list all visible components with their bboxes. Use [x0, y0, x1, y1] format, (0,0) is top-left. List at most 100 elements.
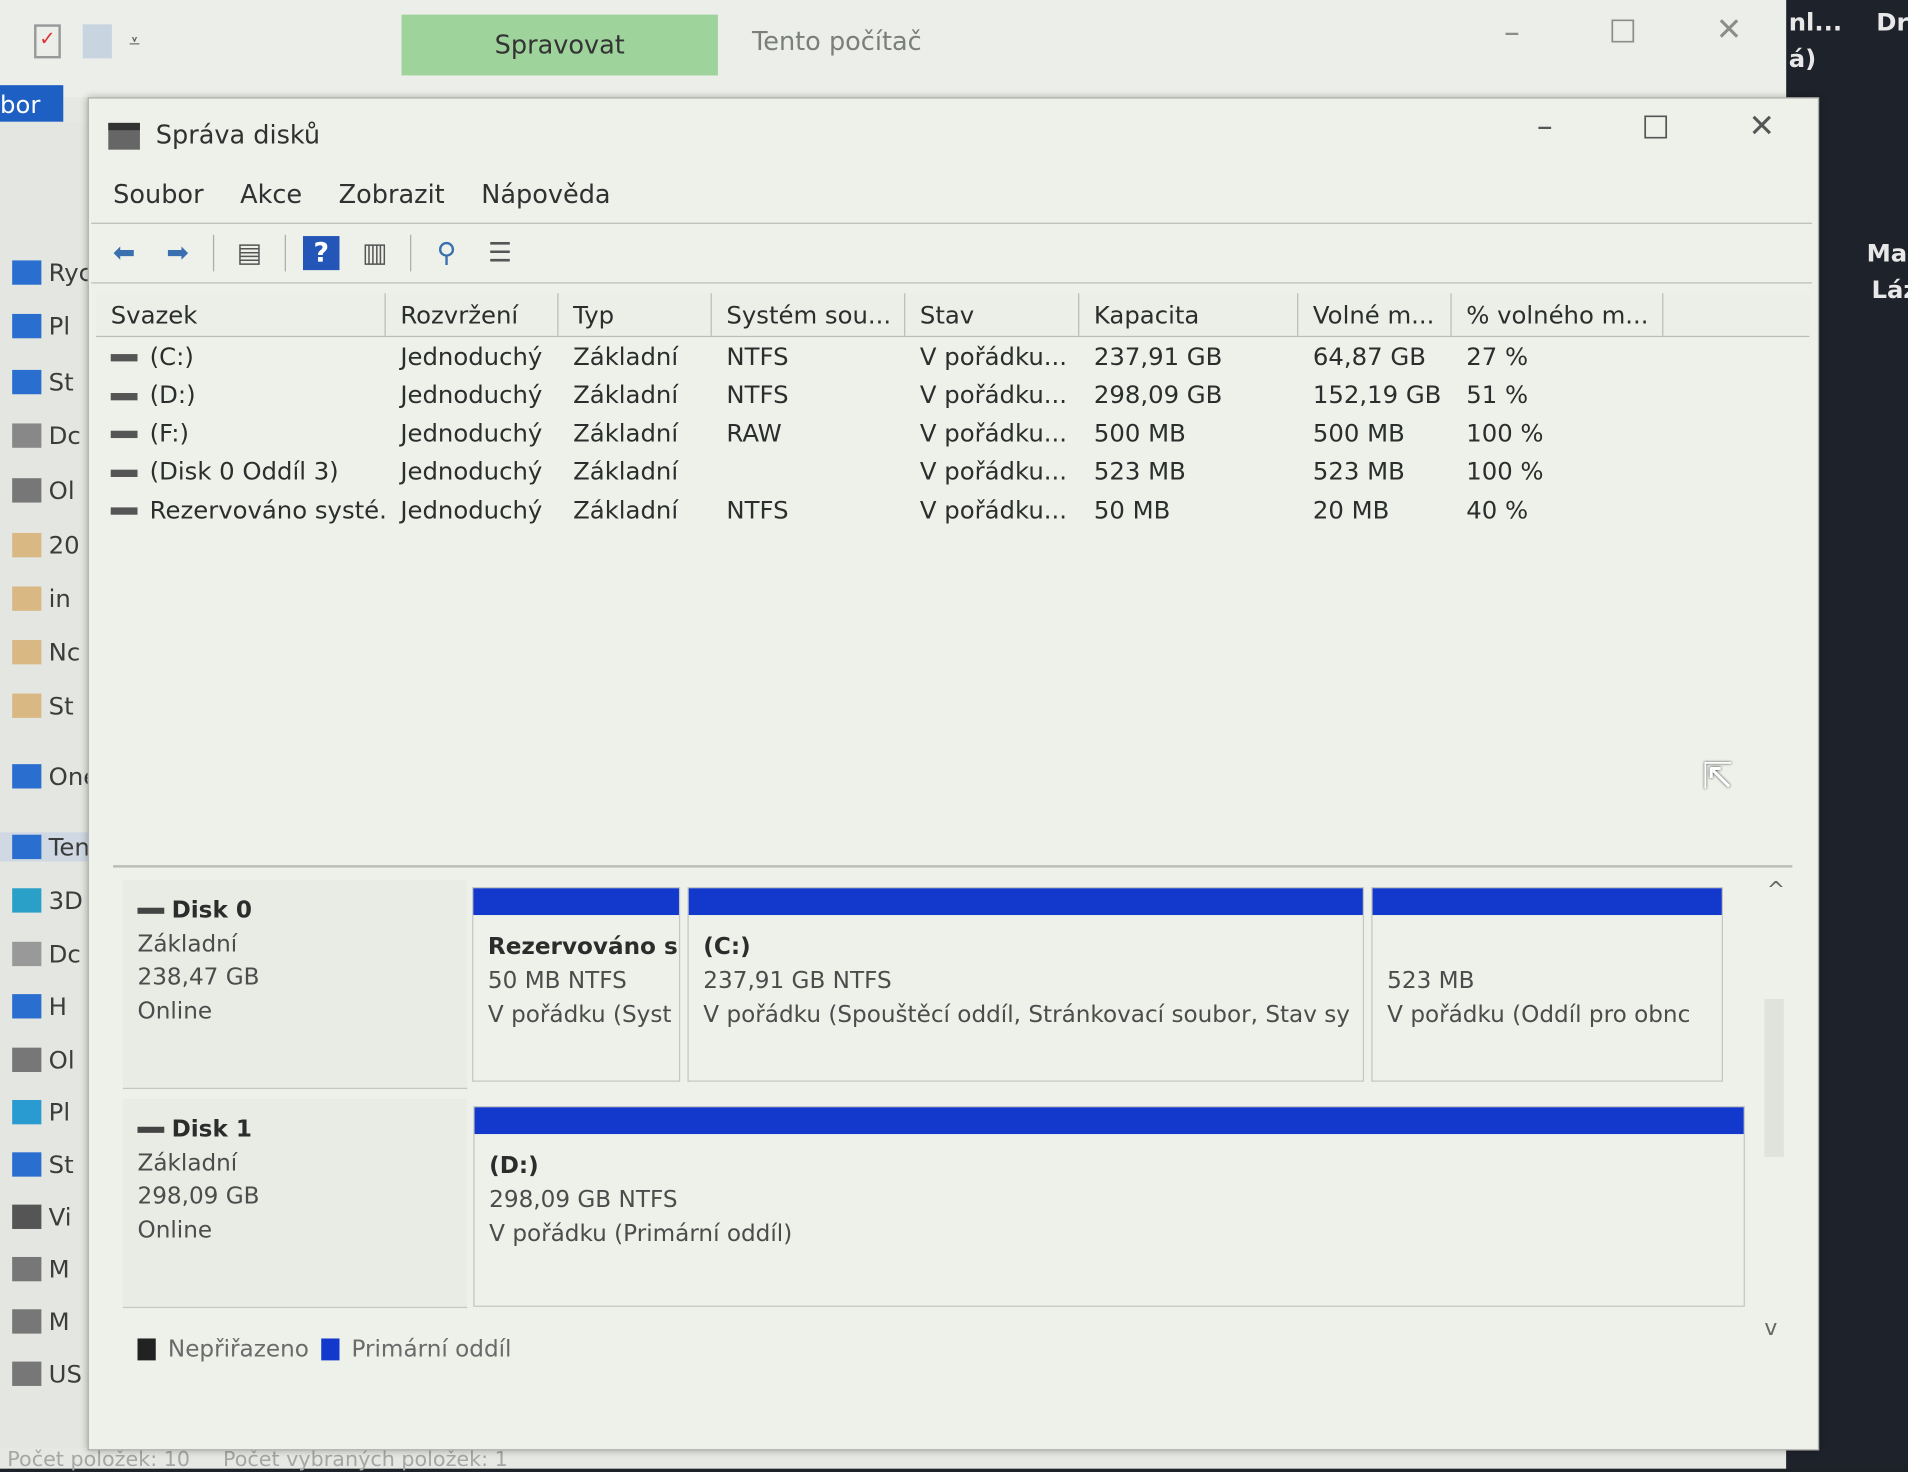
table-row[interactable]: (D:) Jednoduchý Základní NTFS V pořádku... 29… [96, 375, 1809, 413]
nav-item-icon [12, 1256, 42, 1282]
back-arrow-icon[interactable]: ⬅ [106, 236, 143, 270]
table-row[interactable]: (Disk 0 Oddíl 3) Jednoduchý Základní V pořá… [96, 452, 1809, 490]
nav-item-label: Nc [48, 637, 81, 667]
nav-item[interactable]: Nc [12, 638, 80, 667]
column-header[interactable]: Rozvržení [386, 293, 559, 336]
table-row[interactable]: Rezervováno systé... Jednoduchý Základní NT… [96, 490, 1809, 528]
menu-help[interactable]: Nápověda [481, 180, 610, 209]
disk-icon [137, 1126, 165, 1133]
properties-icon[interactable]: ☰ [482, 236, 519, 270]
quick-access-dropdown-icon[interactable]: ⩡ [129, 29, 140, 53]
nav-item[interactable]: Vi [12, 1202, 72, 1231]
partition[interactable]: (C:) 237,91 GB NTFS V pořádku (Spouštěcí o… [687, 887, 1365, 1082]
cell-value: Jednoduchý [400, 494, 543, 525]
nav-item-label: Pl [48, 311, 71, 341]
cell-value: V pořádku... [919, 456, 1067, 486]
explorer-minimize-button[interactable]: – [1504, 15, 1520, 52]
table-cell: 100 % [1452, 418, 1664, 447]
scroll-down-icon[interactable]: v [1764, 1315, 1777, 1341]
menu-action[interactable]: Akce [240, 180, 302, 209]
column-header[interactable]: Stav [905, 293, 1080, 336]
nav-item[interactable]: Ol [12, 1045, 75, 1074]
column-header[interactable]: Svazek [96, 293, 386, 336]
help-icon[interactable]: ? [302, 236, 340, 271]
graphical-view-scrollbar[interactable]: ^ v [1759, 877, 1789, 1341]
nav-item[interactable]: Dc [12, 939, 81, 969]
nav-item-icon [12, 423, 42, 448]
menu-file[interactable]: Soubor [113, 180, 203, 209]
table-cell: (C:) [96, 342, 386, 371]
partition[interactable]: Rezervováno s 50 MB NTFS V pořádku (Syst [472, 887, 681, 1082]
table-cell: Jednoduchý [386, 342, 559, 371]
partition[interactable]: (D:) 298,09 GB NTFS V pořádku (Primární od… [473, 1106, 1745, 1307]
disk-size: 298,09 GB [137, 1182, 260, 1210]
cell-value: Základní [573, 456, 679, 486]
minimize-button[interactable]: – [1537, 108, 1553, 145]
connect-icon[interactable]: ⚲ [428, 236, 465, 270]
nav-item-icon [12, 834, 42, 860]
menu-bar: Soubor Akce Zobrazit Nápověda [113, 180, 610, 209]
nav-item[interactable]: One [12, 762, 98, 791]
partition[interactable]: 523 MB V pořádku (Oddíl pro obnc [1371, 887, 1723, 1082]
nav-item[interactable]: 20 [12, 531, 80, 560]
nav-item[interactable]: Pl [12, 312, 70, 341]
table-row[interactable]: (C:) Jednoduchý Základní NTFS V pořádku... 23… [96, 337, 1809, 375]
close-button[interactable]: ✕ [1749, 108, 1776, 145]
cell-value: 500 MB [1312, 418, 1405, 448]
nav-item[interactable]: H [12, 992, 67, 1021]
explorer-title-bar: ✓ ⩡ Spravovat Tento počítač – ☐ ✕ [0, 0, 1787, 98]
nav-item-icon [12, 994, 42, 1019]
nav-item[interactable]: Pl [12, 1098, 70, 1127]
nav-item[interactable]: Ol [12, 476, 75, 505]
nav-item[interactable]: 3D [12, 886, 83, 915]
partition-name: (C:) [703, 933, 751, 961]
cell-value: V pořádku... [919, 418, 1067, 448]
column-header[interactable]: % volného m... [1452, 293, 1664, 336]
nav-item[interactable]: St [12, 1150, 74, 1179]
nav-item[interactable]: Dc [12, 421, 81, 450]
nav-item[interactable]: in [12, 584, 71, 613]
drive-icon [110, 469, 138, 477]
column-header[interactable]: Typ [559, 293, 712, 336]
explorer-maximize-button[interactable]: ☐ [1609, 15, 1637, 52]
cell-value: 100 % [1466, 456, 1544, 486]
toolbar-divider [410, 234, 412, 272]
action-pane-icon[interactable]: ▥ [357, 236, 394, 270]
nav-item[interactable]: M [12, 1307, 70, 1336]
nav-item-icon [12, 1099, 42, 1125]
nav-item-icon [12, 1204, 42, 1229]
drive-icon [110, 507, 138, 516]
nav-item[interactable]: St [12, 691, 74, 720]
nav-item-icon [12, 532, 42, 558]
nav-item[interactable]: M [12, 1255, 70, 1284]
strip-text: Ma [1866, 238, 1908, 268]
nav-item[interactable]: US [12, 1359, 82, 1388]
console-tree-icon[interactable]: ▤ [231, 236, 268, 270]
scroll-up-icon[interactable]: ^ [1767, 877, 1785, 903]
column-header[interactable]: Kapacita [1079, 293, 1299, 336]
cell-value: 523 MB [1312, 456, 1405, 486]
scroll-thumb[interactable] [1764, 998, 1784, 1158]
forward-arrow-icon[interactable]: ➡ [159, 236, 196, 270]
cell-value: Jednoduchý [400, 341, 543, 371]
disk-name-label: Disk 1 [171, 1115, 252, 1143]
disk-label[interactable]: Disk 0 Základní 238,47 GB Online [122, 879, 468, 1090]
column-header[interactable]: Volné m... [1298, 293, 1452, 336]
column-header[interactable]: Systém sou... [712, 293, 906, 336]
nav-item-icon [12, 1309, 42, 1334]
cell-value: 100 % [1466, 418, 1544, 448]
cell-value: V pořádku... [919, 341, 1067, 371]
tab-manage[interactable]: Spravovat [401, 14, 718, 76]
explorer-close-button[interactable]: ✕ [1716, 12, 1743, 49]
maximize-button[interactable]: ☐ [1641, 111, 1669, 148]
table-row[interactable]: (F:) Jednoduchý Základní RAW V pořádku... 500… [96, 414, 1809, 452]
partition-info: (D:) 298,09 GB NTFS V pořádku (Primární od… [475, 1134, 1744, 1251]
nav-item[interactable]: St [12, 367, 74, 397]
menu-view[interactable]: Zobrazit [339, 180, 445, 209]
table-cell: 40 % [1452, 495, 1664, 524]
legend-label: Primární oddíl [351, 1336, 512, 1363]
legend: Nepřiřazeno Primární oddíl [137, 1336, 511, 1363]
table-cell: Základní [559, 418, 712, 447]
nav-item[interactable]: Ryc [12, 258, 92, 287]
disk-label[interactable]: Disk 1 Základní 298,09 GB Online [122, 1098, 468, 1309]
